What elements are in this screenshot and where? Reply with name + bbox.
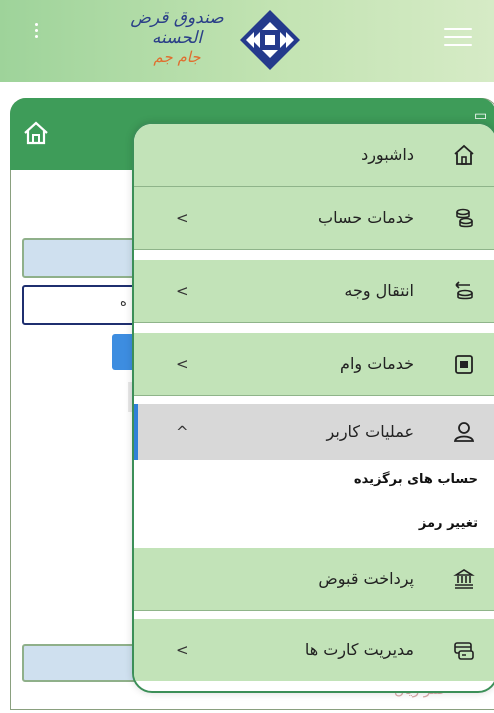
menu-item-card-management[interactable]: مدیریت کارت ها < xyxy=(134,619,494,681)
logo-subtitle: جام جم xyxy=(153,48,201,66)
money-transfer-icon xyxy=(455,281,473,300)
user-icon xyxy=(453,422,475,442)
logo-icon xyxy=(240,10,300,70)
logo-text: صندوق قرض الحسنه جام جم xyxy=(118,8,236,66)
home-icon[interactable] xyxy=(22,120,50,146)
chevron-left-icon: < xyxy=(176,209,189,227)
background-field[interactable]: ه xyxy=(22,285,146,325)
bank-bill-icon xyxy=(453,569,475,589)
menu-item-user-operations[interactable]: عملیات کاربر ^ xyxy=(134,404,494,460)
menu-item-money-transfer[interactable]: انتقال وجه < xyxy=(134,260,494,323)
hamburger-menu-icon[interactable] xyxy=(444,28,472,48)
background-field-text: ه xyxy=(120,295,127,310)
submenu-item-favorite-accounts[interactable]: حساب های برگزیده xyxy=(354,472,478,487)
menu-item-loan-services[interactable]: خدمات وام < xyxy=(134,333,494,396)
menu-item-bill-payment[interactable]: پرداخت قبوض xyxy=(134,548,494,611)
menu-item-account-services[interactable]: خدمات حساب < xyxy=(134,187,494,250)
chevron-left-icon: < xyxy=(176,641,189,659)
submenu-item-change-password[interactable]: تغییر رمز xyxy=(419,516,478,531)
loan-document-icon xyxy=(455,355,473,374)
chevron-up-icon: ^ xyxy=(176,423,189,441)
background-input-bottom[interactable] xyxy=(22,644,144,682)
menu-item-label: خدمات حساب xyxy=(318,208,414,227)
navigation-menu: داشبورد خدمات حساب < انتقال وجه < خدمات … xyxy=(132,122,494,693)
active-indicator xyxy=(134,404,138,460)
menu-item-label: داشبورد xyxy=(361,145,414,164)
kebab-menu-icon[interactable] xyxy=(30,20,42,50)
menu-item-label: پرداخت قبوض xyxy=(318,569,414,588)
submenu-user-operations: حساب های برگزیده تغییر رمز xyxy=(134,460,494,546)
menu-item-label: عملیات کاربر xyxy=(326,422,414,441)
logo-title: صندوق قرض الحسنه xyxy=(130,8,224,48)
home-icon xyxy=(454,144,474,165)
menu-item-label: مدیریت کارت ها xyxy=(304,640,414,659)
app-header: صندوق قرض الحسنه جام جم xyxy=(0,0,494,82)
coins-stack-icon xyxy=(456,208,473,228)
menu-item-dashboard[interactable]: داشبورد xyxy=(134,124,494,187)
menu-item-label: انتقال وجه xyxy=(344,281,414,300)
menu-item-label: خدمات وام xyxy=(340,354,414,373)
chevron-left-icon: < xyxy=(176,282,189,300)
chevron-left-icon: < xyxy=(176,355,189,373)
background-input[interactable] xyxy=(22,238,146,278)
card-management-icon xyxy=(454,642,474,660)
